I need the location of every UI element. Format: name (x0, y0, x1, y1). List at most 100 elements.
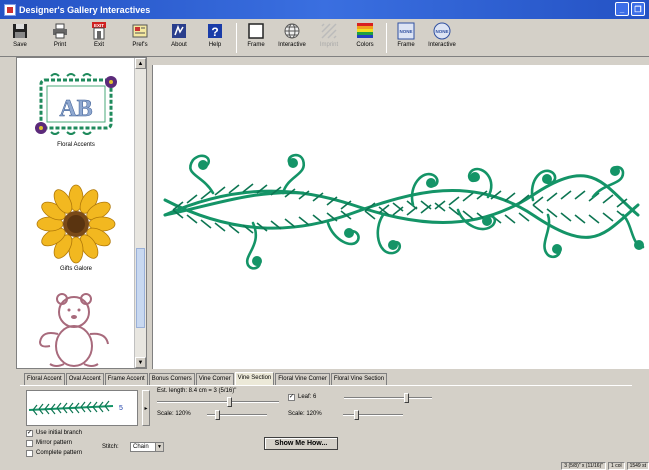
status-size: 3 (5/8)" x (11/16)" (561, 462, 607, 470)
scroll-up-button[interactable]: ▲ (135, 58, 146, 69)
title-bar: Designer's Gallery Interactives _ ❐ (0, 0, 649, 19)
complete-pattern-label: Complete pattern (36, 450, 83, 456)
interactive-button[interactable]: Interactive (276, 22, 308, 54)
slider-knob[interactable] (215, 410, 221, 420)
frame-none-button[interactable]: NONE Frame (390, 22, 422, 54)
exit-badge: EXIT (94, 23, 104, 28)
tab-bonus-corners[interactable]: Bonus Corners (148, 373, 195, 385)
frame-none-icon: NONE (397, 22, 415, 40)
frame-label: Frame (247, 42, 265, 48)
frame-none-badge: NONE (399, 29, 412, 34)
slider-knob[interactable] (354, 410, 359, 420)
preview-number: 5 (119, 404, 123, 412)
design-tabs: Floral Accent Oval Accent Frame Accent B… (24, 372, 388, 385)
scale-left-label: Scale: 120% (157, 411, 191, 417)
stitch-label: Stitch: (102, 444, 119, 450)
gallery-item-label: Floral Accents (57, 142, 95, 148)
mirror-pattern-label: Mirror pattern (36, 440, 73, 446)
interactive-none-icon: NONE (433, 22, 451, 40)
scale-left-slider[interactable] (207, 410, 267, 420)
colors-label: Colors (356, 42, 374, 48)
gallery-item-gifts-galore[interactable]: Gifts Galore (17, 184, 135, 272)
teddy-bear-thumbnail (38, 293, 109, 367)
scroll-thumb[interactable] (136, 248, 145, 328)
leaf-checkbox[interactable]: ✓ (288, 394, 295, 401)
about-button[interactable]: About (163, 22, 195, 54)
slider-knob[interactable] (403, 393, 409, 403)
design-gallery-list: AB Floral Accents Gifts Galore ▲ ▼ (16, 57, 147, 369)
interactive-label: Interactive (278, 42, 306, 48)
exit-icon: EXIT (90, 22, 108, 40)
leaf-label: Leaf: 6 (298, 394, 317, 400)
use-initial-branch-checkbox[interactable]: ✓ (26, 430, 33, 437)
interactive-none-label: Interactive (428, 42, 456, 48)
window-title: Designer's Gallery Interactives (19, 4, 151, 15)
imprint-icon (320, 22, 338, 40)
frame-none-label: Frame (397, 42, 415, 48)
mirror-pattern-checkbox[interactable] (26, 440, 33, 447)
gallery-item-floral-accents[interactable]: AB Floral Accents (17, 70, 135, 148)
colors-button[interactable]: Colors (349, 22, 381, 54)
tab-floral-accent[interactable]: Floral Accent (24, 373, 65, 385)
exit-button[interactable]: EXIT Exit (83, 22, 115, 54)
gallery-scrollbar[interactable]: ▲ ▼ (134, 58, 146, 368)
print-label: Print (53, 42, 67, 48)
pattern-preview[interactable]: 5 (26, 390, 138, 426)
status-stitches: 1549 st (626, 462, 649, 470)
vine-preview-icon (28, 400, 114, 416)
help-button[interactable]: ? Help (199, 22, 231, 54)
toolbar-separator (386, 23, 387, 53)
floppy-disk-icon (11, 22, 29, 40)
imprint-label: Imprint (319, 42, 339, 48)
tab-frame-accent[interactable]: Frame Accent (104, 373, 148, 385)
help-icon: ? (206, 22, 224, 40)
tab-oval-accent[interactable]: Oval Accent (65, 373, 104, 385)
stitch-value: Chain (133, 444, 149, 450)
complete-pattern-checkbox[interactable] (26, 450, 33, 457)
interactive-none-badge: NONE (435, 29, 448, 34)
preview-dropdown-button[interactable]: ▸ (142, 390, 150, 426)
tab-vine-section[interactable]: Vine Section (234, 372, 275, 385)
est-length-slider[interactable] (157, 397, 279, 407)
vine-section-design (163, 153, 645, 270)
vine-section-panel: 5 ▸ Est. length: 8.4 cm = 3 (5/16)" ✓ Le… (20, 385, 632, 463)
use-initial-branch-label: Use initial branch (36, 430, 83, 436)
colors-icon (356, 22, 374, 40)
preferences-button[interactable]: Pref's (124, 22, 156, 54)
preferences-label: Pref's (132, 42, 148, 48)
chevron-down-icon: ▼ (155, 443, 163, 451)
app-icon (4, 3, 16, 16)
toolbar: Save Print EXIT Exit Pref's About ? Help (0, 19, 649, 57)
restore-button[interactable]: ❐ (631, 2, 645, 16)
leaf-slider[interactable] (344, 393, 432, 403)
about-icon (170, 22, 188, 40)
tab-vine-corner[interactable]: Vine Corner (195, 373, 234, 385)
exit-label: Exit (93, 42, 104, 48)
save-button[interactable]: Save (4, 22, 36, 54)
imprint-button[interactable]: Imprint (313, 22, 345, 54)
gallery-item-teddy-bear[interactable] (17, 290, 135, 370)
status-colors: 1 col (608, 462, 625, 470)
scale-right-label: Scale: 120% (288, 411, 322, 417)
scroll-down-button[interactable]: ▼ (135, 357, 146, 368)
stitch-select[interactable]: Chain ▼ (130, 442, 164, 452)
print-button[interactable]: Print (44, 22, 76, 54)
toolbar-separator (236, 23, 237, 53)
preferences-icon (131, 22, 149, 40)
status-bar: 3 (5/8)" x (11/16)" 1 col 1549 st (0, 462, 649, 470)
tab-floral-vine-section[interactable]: Floral Vine Section (330, 373, 388, 385)
scale-right-slider[interactable] (343, 410, 403, 420)
frame-icon (247, 22, 265, 40)
interactive-none-button[interactable]: NONE Interactive (426, 22, 458, 54)
tab-floral-vine-corner[interactable]: Floral Vine Corner (275, 373, 330, 385)
frame-button[interactable]: Frame (240, 22, 272, 54)
sunflower-thumbnail (36, 184, 116, 264)
show-me-how-button[interactable]: Show Me How... (264, 437, 338, 450)
slider-knob[interactable] (227, 397, 233, 407)
about-label: About (171, 42, 187, 48)
gallery-item-label: Gifts Galore (59, 266, 92, 272)
est-length-label: Est. length: 8.4 cm = 3 (5/16)" (157, 388, 237, 394)
save-label: Save (13, 42, 27, 48)
minimize-button[interactable]: _ (615, 2, 629, 16)
design-canvas[interactable] (152, 65, 649, 369)
